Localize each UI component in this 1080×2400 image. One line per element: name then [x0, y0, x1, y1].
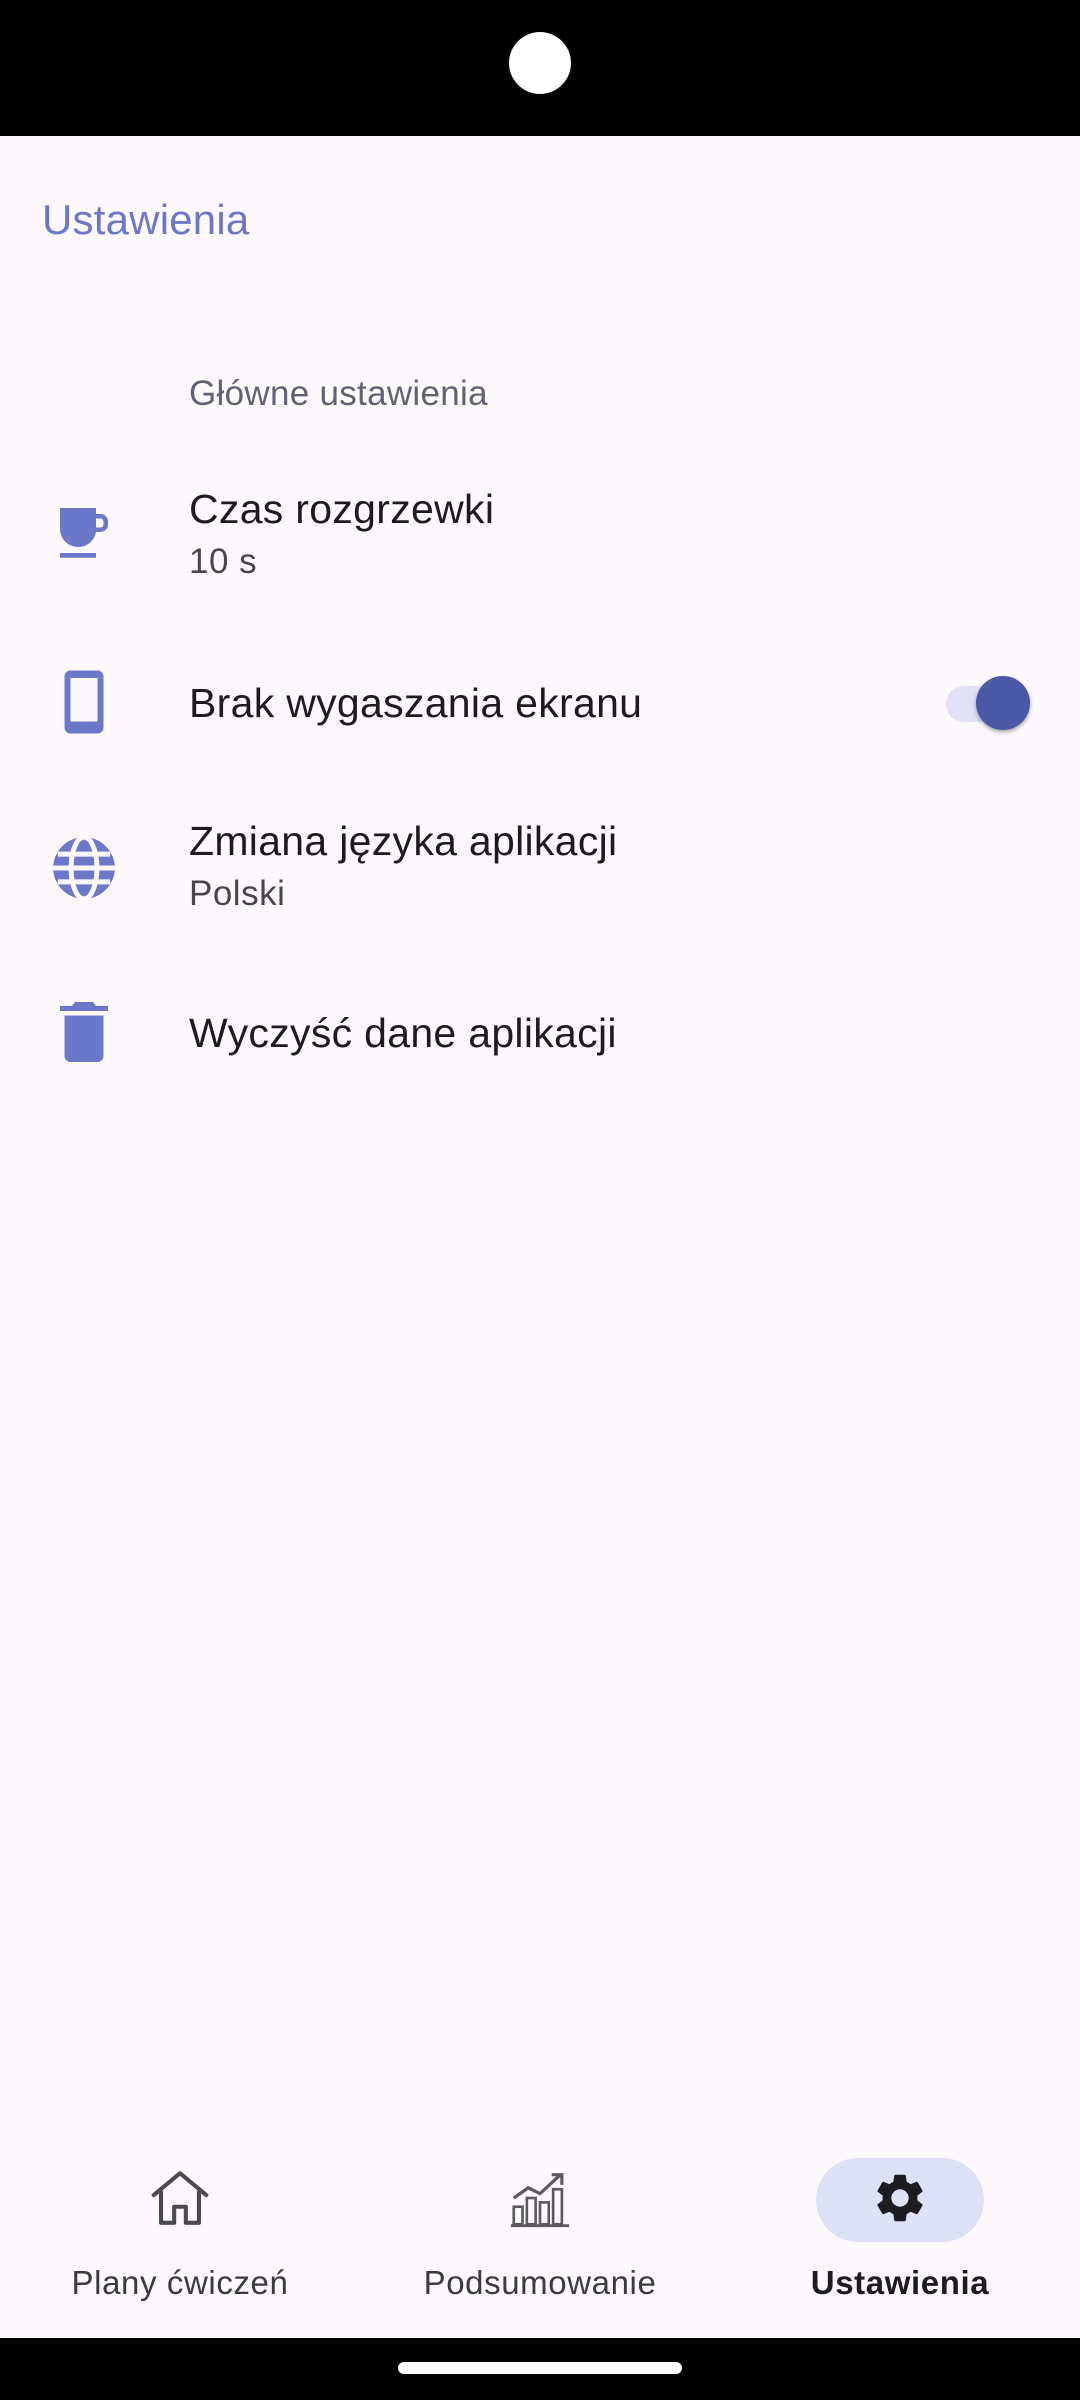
setting-clear-app-data[interactable]: Wyczyść dane aplikacji — [0, 956, 1080, 1116]
gesture-navigation-bar — [0, 2338, 1080, 2400]
setting-title: Brak wygaszania ekranu — [189, 680, 643, 726]
section-header: Główne ustawienia — [189, 374, 488, 413]
setting-app-language[interactable]: Zmiana języka aplikacji Polski — [0, 782, 1080, 942]
camera-cutout — [509, 32, 571, 94]
phone-icon — [42, 660, 126, 744]
home-icon — [145, 2163, 215, 2238]
nav-label: Podsumowanie — [423, 2264, 657, 2301]
setting-subtitle: Polski — [189, 874, 286, 913]
bottom-navigation: Plany ćwiczeń Podsumowanie Ustawienia — [0, 2128, 1080, 2338]
toggle-thumb — [976, 676, 1030, 730]
chart-icon — [505, 2163, 575, 2238]
nav-pill — [456, 2158, 624, 2242]
trash-icon — [42, 990, 126, 1074]
gear-icon — [871, 2169, 929, 2232]
nav-item-workout-plans[interactable]: Plany ćwiczeń — [0, 2128, 360, 2338]
nav-pill-active — [816, 2158, 984, 2242]
page-title: Ustawienia — [42, 196, 250, 243]
nav-item-settings[interactable]: Ustawienia — [720, 2128, 1080, 2338]
home-gesture-handle[interactable] — [398, 2362, 682, 2374]
setting-title: Zmiana języka aplikacji — [189, 818, 618, 864]
nav-label: Plany ćwiczeń — [71, 2264, 289, 2301]
nav-item-summary[interactable]: Podsumowanie — [360, 2128, 720, 2338]
nav-label: Ustawienia — [810, 2264, 990, 2301]
setting-title: Wyczyść dane aplikacji — [189, 1010, 617, 1056]
status-bar — [0, 0, 1080, 136]
setting-subtitle: 10 s — [189, 542, 258, 581]
setting-title: Czas rozgrzewki — [189, 486, 495, 532]
nav-pill — [96, 2158, 264, 2242]
keep-screen-on-toggle[interactable] — [946, 676, 1030, 730]
setting-keep-screen-on[interactable]: Brak wygaszania ekranu — [0, 622, 1080, 782]
coffee-cup-icon — [42, 490, 126, 574]
setting-warmup-time[interactable]: Czas rozgrzewki 10 s — [0, 450, 1080, 610]
globe-icon — [42, 826, 126, 910]
